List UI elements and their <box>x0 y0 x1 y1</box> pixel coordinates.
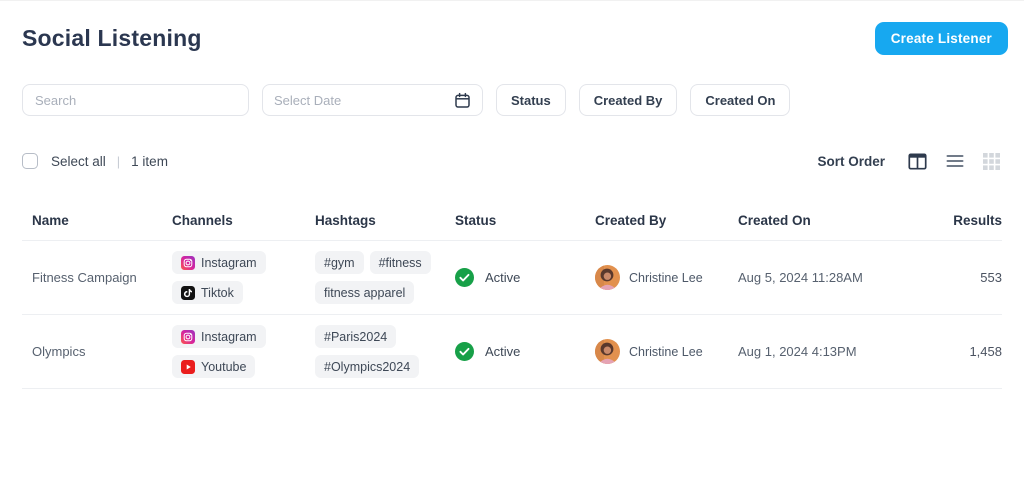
item-count: 1 item <box>131 153 168 169</box>
calendar-icon <box>454 92 471 109</box>
select-all-checkbox[interactable] <box>22 153 38 169</box>
created-on-cell: Aug 5, 2024 11:28AM <box>738 270 863 285</box>
hashtags-cell: #gym #fitness fitness apparel <box>315 251 455 304</box>
hashtags-cell: #Paris2024 #Olympics2024 <box>315 325 455 378</box>
channel-chip-instagram: Instagram <box>172 325 266 348</box>
channel-label: Tiktok <box>201 285 234 300</box>
list-view-icon[interactable] <box>946 154 964 168</box>
channel-label: Youtube <box>201 359 247 374</box>
select-all-label: Select all <box>51 153 106 169</box>
search-input[interactable] <box>23 85 248 115</box>
column-header-hashtags: Hashtags <box>315 213 376 228</box>
table-body: Fitness Campaign Instagram Tiktok #gym #fi… <box>22 241 1002 389</box>
column-header-channels: Channels <box>172 213 233 228</box>
channel-chip-youtube: Youtube <box>172 355 256 378</box>
instagram-icon <box>181 329 195 344</box>
listener-name: Olympics <box>32 344 86 359</box>
sort-order-button[interactable]: Sort Order <box>817 154 885 169</box>
active-check-icon <box>455 268 474 287</box>
instagram-icon <box>181 255 195 270</box>
table-row[interactable]: Olympics Instagram Youtube #Paris2024 #Oly… <box>22 315 1002 389</box>
hashtag-chip: #gym <box>315 251 364 274</box>
channel-chip-tiktok: Tiktok <box>172 281 243 304</box>
view-switcher <box>908 152 1000 170</box>
list-toolbar: Select all | 1 item Sort Order <box>0 147 1024 175</box>
listener-name: Fitness Campaign <box>32 270 137 285</box>
date-placeholder-text: Select Date <box>274 92 342 108</box>
top-bar: Social Listening Create Listener <box>0 1 1024 55</box>
hashtag-chip: #fitness <box>369 251 431 274</box>
status-badge: Active <box>485 270 521 285</box>
created-by-filter-button[interactable]: Created By <box>578 84 678 116</box>
status-cell: Active <box>455 268 595 287</box>
status-cell: Active <box>455 342 595 361</box>
grid-view-icon[interactable] <box>983 152 1000 170</box>
hashtag-chip: fitness apparel <box>315 281 415 304</box>
table-header-row: Name Channels Hashtags Status Created By… <box>22 201 1002 241</box>
created-on-cell: Aug 1, 2024 4:13PM <box>738 344 857 359</box>
avatar <box>595 265 620 290</box>
column-header-results: Results <box>953 213 1002 228</box>
channels-cell: Instagram Tiktok <box>172 251 315 304</box>
channel-chip-instagram: Instagram <box>172 251 266 274</box>
search-field-wrap <box>22 84 249 116</box>
created-by-cell: Christine Lee <box>595 265 738 290</box>
hashtag-chip: #Paris2024 <box>315 325 397 348</box>
channels-cell: Instagram Youtube <box>172 325 315 378</box>
created-by-name: Christine Lee <box>629 270 703 285</box>
columns-view-icon[interactable] <box>908 152 927 170</box>
active-check-icon <box>455 342 474 361</box>
column-header-status: Status <box>455 213 497 228</box>
results-cell: 1,458 <box>969 344 1002 359</box>
tiktok-icon <box>181 285 195 300</box>
channel-label: Instagram <box>201 329 257 344</box>
status-badge: Active <box>485 344 521 359</box>
channel-label: Instagram <box>201 255 257 270</box>
column-header-created-by: Created By <box>595 213 667 228</box>
listeners-table: Name Channels Hashtags Status Created By… <box>22 201 1002 389</box>
toolbar-divider: | <box>116 153 121 169</box>
created-by-cell: Christine Lee <box>595 339 738 364</box>
created-on-filter-button[interactable]: Created On <box>690 84 791 116</box>
date-picker-field[interactable]: Select Date <box>262 84 483 116</box>
results-cell: 553 <box>980 270 1002 285</box>
page-title: Social Listening <box>22 25 202 51</box>
column-header-created-on: Created On <box>738 213 811 228</box>
avatar <box>595 339 620 364</box>
create-listener-button[interactable]: Create Listener <box>874 22 1008 55</box>
filter-bar: Select Date Status Created By Created On <box>0 84 1024 116</box>
table-row[interactable]: Fitness Campaign Instagram Tiktok #gym #fi… <box>22 241 1002 315</box>
social-listening-page: Social Listening Create Listener Select … <box>0 1 1024 491</box>
status-filter-button[interactable]: Status <box>496 84 566 116</box>
column-header-name: Name <box>32 213 69 228</box>
hashtag-chip: #Olympics2024 <box>315 355 420 378</box>
youtube-icon <box>181 359 195 374</box>
created-by-name: Christine Lee <box>629 344 703 359</box>
